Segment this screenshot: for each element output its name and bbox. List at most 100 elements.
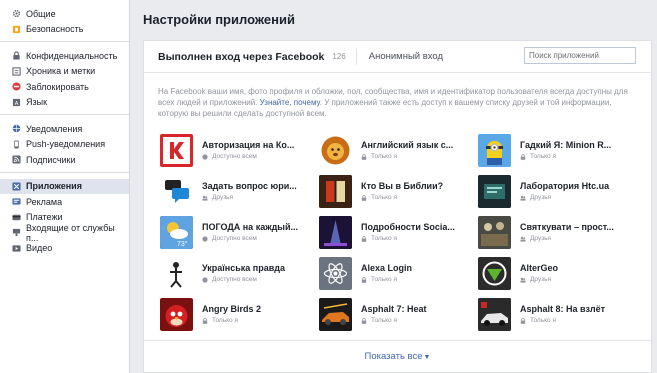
sidebar-item-label: Уведомления [26,123,83,134]
sidebar-item-apps[interactable]: Приложения [0,178,129,194]
show-all-button[interactable]: Показать все▼ [365,351,431,362]
video-icon [12,244,21,253]
sidebar-item-followers[interactable]: Подписчики [0,152,129,168]
minion-icon [478,134,511,167]
visibility-label: Доступно всем [212,276,257,283]
app-name: Гадкий Я: Minion R... [520,140,612,150]
app-item[interactable]: Английский язык с... Только я [319,134,478,175]
app-item[interactable]: Авторизация на Ко... Доступно всем [160,134,319,175]
visibility-label: Только я [371,235,397,242]
lion-icon [319,134,352,167]
bible-icon [319,175,352,208]
htc-icon [478,175,511,208]
visibility-label: Только я [371,317,397,324]
app-item[interactable]: Asphalt 7: Heat Только я [319,298,478,339]
sidebar-item-notifications[interactable]: Уведомления [0,121,129,137]
tab-logged-in[interactable]: Выполнен вход через Facebook [144,51,324,63]
lock-icon [361,276,367,283]
sidebar-item-label: Язык [26,97,48,108]
lock-icon [361,194,367,201]
friends-icon [520,277,526,283]
atom-icon [319,257,352,290]
lock-icon [361,153,367,160]
sidebar-item-general[interactable]: Общие [0,6,129,22]
sidebar-item-language[interactable]: A Язык [0,95,129,111]
sidebar-item-inbox[interactable]: Входящие от службы п... [0,223,129,243]
app-visibility: Только я [361,317,461,324]
block-icon [12,82,21,91]
chat-icon [160,175,193,208]
sidebar-item-timeline[interactable]: Хроника и метки [0,64,129,80]
ads-icon [12,197,21,206]
app-item[interactable]: 73° ПОГОДА на каждый... Доступно всем [160,216,319,257]
visibility-label: Только я [530,153,556,160]
sidebar-group-notifications: Уведомления Push-уведомления Подписчики [0,115,129,173]
sidebar-item-video[interactable]: Видео [0,241,129,257]
tab-anonymous[interactable]: Анонимный вход [369,51,443,62]
visibility-label: Друзья [530,276,552,283]
sidebar-item-privacy[interactable]: Конфиденциальность [0,48,129,64]
sidebar: Общие Безопасность Конфиденциальность Хр… [0,0,130,373]
sidebar-item-ads[interactable]: Реклама [0,194,129,210]
friends-icon [520,236,526,242]
app-visibility: Только я [202,317,302,324]
app-name: Angry Birds 2 [202,304,262,314]
app-visibility: Только я [520,153,620,160]
caret-down-icon: ▼ [423,354,431,361]
app-item[interactable]: Asphalt 8: На взлёт Только я [478,298,637,339]
app-item[interactable]: Подробности Socia... Только я [319,216,478,257]
app-item[interactable]: Alexa Login Только я [319,257,478,298]
app-item[interactable]: Гадкий Я: Minion R... Только я [478,134,637,175]
app-visibility: Доступно всем [202,276,302,283]
description: На Facebook ваши имя, фото профиля и обл… [158,87,628,118]
app-item[interactable]: Святкувати – прост... Друзья [478,216,637,257]
tab-divider [355,48,357,65]
sidebar-item-label: Конфиденциальность [26,50,118,61]
sidebar-item-label: Приложения [26,181,82,192]
sidebar-item-security[interactable]: Безопасность [0,22,129,38]
app-name: Задать вопрос юри... [202,181,297,191]
lock-icon [12,51,21,60]
sidebar-item-block[interactable]: Заблокировать [0,79,129,95]
visibility-label: Только я [371,276,397,283]
globe-icon [12,124,21,133]
lock-icon [520,153,526,160]
app-visibility: Доступно всем [202,235,302,242]
app-visibility: Друзья [520,194,620,201]
lock-icon [361,317,367,324]
search-input[interactable] [524,47,636,64]
sidebar-group-general: Общие Безопасность [0,0,129,42]
globe-icon [202,276,208,283]
app-item[interactable]: AlterGeo Друзья [478,257,637,298]
visibility-label: Только я [371,194,397,201]
apps-icon [12,182,21,191]
sidebar-item-label: Общие [26,8,56,19]
learn-why-link[interactable]: Узнайте, почему [260,98,320,107]
sidebar-item-label: Платежи [26,212,63,223]
panel-footer: Показать все▼ [144,340,651,372]
app-count: 126 [332,52,346,61]
visibility-label: Доступно всем [212,235,257,242]
sidebar-item-label: Заблокировать [26,81,89,92]
app-name: Авторизация на Ко... [202,140,295,150]
sidebar-item-push[interactable]: Push-уведомления [0,137,129,153]
svg-text:A: A [15,101,19,107]
altergeo-icon [478,257,511,290]
app-item[interactable]: Angry Birds 2 Только я [160,298,319,339]
app-visibility: Только я [361,194,461,201]
app-name: Святкувати – прост... [520,222,614,232]
app-item[interactable]: Кто Вы в Библии? Только я [319,175,478,216]
card-icon [12,213,21,222]
angry-bird-icon [160,298,193,331]
apps-grid: Авторизация на Ко... Доступно всем Англи… [160,134,640,339]
app-item[interactable]: Українська правда Доступно всем [160,257,319,298]
visibility-label: Только я [530,317,556,324]
app-name: Подробности Socia... [361,222,455,232]
app-item[interactable]: Лаборатория Htc.ua Друзья [478,175,637,216]
app-name: Asphalt 8: На взлёт [520,304,606,314]
sidebar-group-privacy: Конфиденциальность Хроника и метки Забло… [0,42,129,115]
app-item[interactable]: Задать вопрос юри... Друзья [160,175,319,216]
app-visibility: Друзья [202,194,302,201]
lock-icon [202,317,208,324]
app-visibility: Только я [361,153,461,160]
